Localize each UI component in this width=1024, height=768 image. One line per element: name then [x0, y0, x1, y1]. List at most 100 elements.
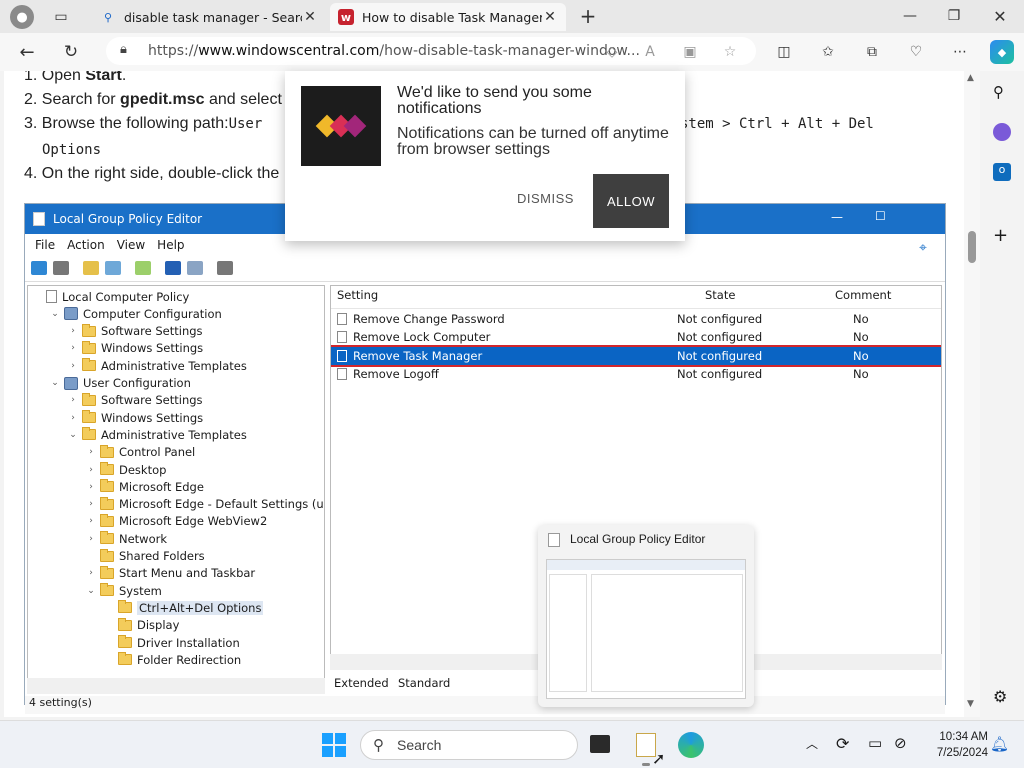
more-menu-icon[interactable]: ⋯ — [950, 42, 970, 62]
chevron-down-icon[interactable]: ⌄ — [68, 430, 78, 440]
chevron-down-icon[interactable]: ⌄ — [50, 378, 60, 388]
tree-node[interactable]: Folder Redirection — [104, 651, 241, 668]
restore-icon[interactable]: ❐ — [940, 4, 968, 28]
chevron-right-icon[interactable]: › — [68, 361, 78, 371]
gpedit-title: Local Group Policy Editor — [53, 212, 203, 226]
sync-icon[interactable]: ⟳ — [836, 734, 849, 753]
system-clock[interactable]: 10:34 AM 7/25/2024 — [918, 729, 988, 761]
step-path: stem > Ctrl + Alt + Del — [680, 116, 874, 132]
tree-node[interactable]: ⌄ Computer Configuration — [50, 305, 222, 322]
read-aloud-icon[interactable]: A — [640, 42, 660, 62]
table-row[interactable]: Remove Lock Computer Not configured No — [331, 328, 941, 346]
step-bold: gpedit.msc — [120, 91, 205, 108]
tab-extended: Extended — [334, 676, 389, 690]
volume-muted-icon[interactable]: ⊘ — [894, 734, 907, 752]
split-screen-icon[interactable]: ◫ — [774, 42, 794, 62]
browser-essentials-icon[interactable]: ♡ — [906, 42, 926, 62]
sidebar-search-icon[interactable]: ⚲ — [993, 83, 1004, 101]
chevron-right-icon[interactable]: › — [86, 465, 96, 475]
search-icon: ⚲ — [373, 737, 384, 754]
cell-comment: No — [853, 312, 869, 326]
app-available-icon[interactable]: ▣ — [680, 42, 700, 62]
chevron-right-icon[interactable]: › — [68, 326, 78, 336]
back-icon[interactable]: ← — [16, 41, 38, 63]
dismiss-button[interactable]: DISMISS — [517, 191, 574, 206]
tree-node[interactable]: Ctrl+Alt+Del Options — [104, 599, 264, 616]
tree-node[interactable]: › Network — [86, 530, 167, 547]
tab-search[interactable]: ⚲ disable task manager - Search ✕ — [92, 3, 326, 31]
tree-node[interactable]: › Control Panel — [86, 444, 195, 461]
favorites-icon[interactable]: ✩ — [818, 42, 838, 62]
tree-node[interactable]: › Microsoft Edge - Default Settings (user… — [86, 496, 324, 513]
chevron-right-icon[interactable]: › — [68, 343, 78, 353]
tree-node[interactable]: › Administrative Templates — [68, 357, 247, 374]
close-tab-icon[interactable]: ✕ — [542, 9, 558, 25]
tree-node[interactable]: › Software Settings — [68, 323, 203, 340]
tab-actions-icon[interactable]: ▭ — [50, 6, 72, 28]
edge-taskbar-icon[interactable] — [678, 732, 704, 758]
scroll-thumb[interactable] — [968, 231, 976, 263]
chevron-right-icon[interactable]: › — [86, 447, 96, 457]
chevron-right-icon[interactable]: › — [68, 395, 78, 405]
chevron-right-icon[interactable]: › — [86, 516, 96, 526]
tree-node[interactable]: › Desktop — [86, 461, 166, 478]
cell-setting: Remove Lock Computer — [353, 330, 491, 345]
collections-icon[interactable]: ⧉ — [862, 42, 882, 62]
new-tab-icon[interactable]: + — [576, 4, 600, 28]
tree-node[interactable]: ⌄ System — [86, 582, 162, 599]
capture-icon[interactable]: ⌖ — [919, 240, 927, 256]
tree-node[interactable]: Display — [104, 617, 179, 634]
tree-node[interactable]: Shared Folders — [86, 548, 205, 565]
chevron-right-icon[interactable]: › — [68, 413, 78, 423]
tab-article[interactable]: w How to disable Task Manager on ✕ — [330, 3, 566, 31]
tree-node[interactable]: › Microsoft Edge — [86, 478, 204, 495]
notification-bell-icon[interactable]: 🔔︎ — [990, 735, 1009, 753]
tree-node[interactable]: › Windows Settings — [68, 340, 203, 357]
cell-state: Not configured — [677, 312, 763, 326]
chevron-down-icon[interactable]: ⌄ — [86, 586, 96, 596]
close-window-icon[interactable]: ✕ — [986, 4, 1014, 28]
table-row[interactable]: Remove Logoff Not configured No — [331, 365, 941, 383]
favorite-star-icon[interactable]: ☆ — [720, 42, 740, 62]
tree-node[interactable]: › Start Menu and Taskbar — [86, 565, 255, 582]
allow-button[interactable]: ALLOW — [593, 174, 669, 228]
taskbar-thumbnail-preview[interactable]: Local Group Policy Editor — [538, 525, 754, 707]
task-view-icon[interactable] — [590, 735, 610, 753]
sidebar-copilot-icon[interactable] — [993, 123, 1011, 141]
chevron-down-icon[interactable]: ⌄ — [50, 309, 60, 319]
copilot-icon[interactable]: ◆ — [990, 40, 1014, 64]
cell-state: Not configured — [677, 348, 763, 363]
sidebar-add-icon[interactable]: + — [993, 225, 1008, 246]
page-scrollbar[interactable]: ▲ ▼ — [964, 71, 980, 717]
taskbar-search-box[interactable]: ⚲ Search — [360, 730, 578, 760]
table-row[interactable]: Remove Task Manager Not configured No — [331, 344, 941, 367]
tree-node[interactable]: ⌄ Administrative Templates — [68, 426, 247, 443]
folder-icon — [118, 617, 132, 631]
chevron-right-icon[interactable]: › — [86, 499, 96, 509]
tree-node[interactable]: › Software Settings — [68, 392, 203, 409]
close-tab-icon[interactable]: ✕ — [302, 9, 318, 25]
sidebar-settings-icon[interactable]: ⚙ — [993, 687, 1007, 706]
sidebar-outlook-icon[interactable]: o — [993, 163, 1011, 181]
network-icon[interactable]: ▭ — [868, 734, 882, 752]
tree-node[interactable]: › Microsoft Edge WebView2 — [86, 513, 267, 530]
tree-node[interactable]: › Windows Settings — [68, 409, 203, 426]
scroll-down-icon[interactable]: ▼ — [967, 699, 974, 709]
chevron-right-icon[interactable]: › — [86, 482, 96, 492]
tree-node[interactable]: Driver Installation — [104, 634, 240, 651]
refresh-icon[interactable]: ↻ — [60, 41, 82, 63]
chevron-right-icon[interactable]: › — [86, 534, 96, 544]
tab-standard: Standard — [398, 676, 451, 690]
cell-comment: No — [853, 366, 869, 381]
step-text-end: and select — [204, 91, 282, 108]
table-row[interactable]: Remove Change Password Not configured No — [331, 310, 941, 328]
show-hidden-icons-chevron[interactable]: ︿ — [806, 735, 818, 752]
scroll-up-icon[interactable]: ▲ — [967, 73, 974, 83]
tracking-icon[interactable]: ◇ — [602, 42, 622, 62]
profile-avatar[interactable]: ● — [10, 5, 34, 29]
tree-node[interactable]: ⌄ User Configuration — [50, 375, 191, 392]
start-windows-icon[interactable] — [322, 733, 346, 757]
minimize-icon[interactable]: — — [896, 4, 924, 28]
tree-node[interactable]: Local Computer Policy — [32, 288, 189, 305]
chevron-right-icon[interactable]: › — [86, 568, 96, 578]
